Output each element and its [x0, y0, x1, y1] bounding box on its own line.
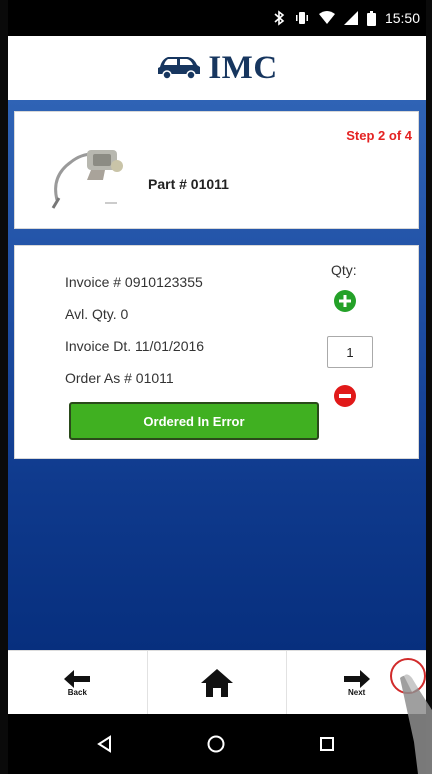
bluetooth-icon	[273, 10, 285, 26]
home-circle-icon[interactable]	[196, 724, 236, 764]
vibrate-icon	[294, 10, 310, 26]
wifi-icon	[318, 11, 335, 25]
decrease-qty-button[interactable]	[334, 385, 356, 407]
app-header: IMC	[8, 36, 426, 100]
ordered-in-error-button[interactable]: Ordered In Error	[69, 402, 319, 440]
plus-icon	[339, 295, 351, 307]
available-quantity: Avl. Qty. 0	[65, 306, 129, 322]
qty-label: Qty:	[331, 262, 357, 278]
next-label: Next	[348, 688, 366, 697]
home-icon	[201, 668, 233, 697]
status-bar: 15:50	[0, 0, 432, 36]
back-label: Back	[67, 688, 87, 697]
invoice-card: Invoice # 0910123355 Avl. Qty. 0 Invoice…	[14, 245, 419, 459]
increase-qty-button[interactable]	[334, 290, 356, 312]
invoice-number: Invoice # 0910123355	[65, 274, 203, 290]
signal-icon	[343, 11, 358, 25]
device-bezel-right	[426, 0, 432, 774]
back-button[interactable]: Back	[8, 651, 148, 714]
arrow-right-icon	[343, 670, 370, 688]
minus-icon	[339, 394, 351, 398]
brand-logo-text: IMC	[208, 49, 278, 86]
part-number: Part # 01011	[148, 176, 229, 192]
recents-square-icon[interactable]	[307, 724, 347, 764]
device-bezel-left	[0, 0, 8, 774]
step-indicator: Step 2 of 4	[346, 128, 412, 143]
quantity-input[interactable]	[327, 336, 373, 368]
arrow-left-icon	[64, 670, 91, 688]
invoice-date: Invoice Dt. 11/01/2016	[65, 338, 205, 354]
home-button[interactable]	[148, 651, 288, 714]
part-card: Step 2 of 4 Part # 01011	[14, 111, 419, 229]
back-triangle-icon[interactable]	[85, 724, 125, 764]
bottom-nav: Back Next	[8, 650, 426, 714]
part-image	[47, 136, 133, 212]
order-as-number: Order As # 01011	[65, 370, 174, 386]
car-icon	[156, 53, 202, 84]
status-time: 15:50	[384, 10, 420, 26]
next-button[interactable]: Next	[287, 651, 426, 714]
system-nav-bar	[0, 714, 432, 774]
battery-icon	[366, 10, 376, 26]
